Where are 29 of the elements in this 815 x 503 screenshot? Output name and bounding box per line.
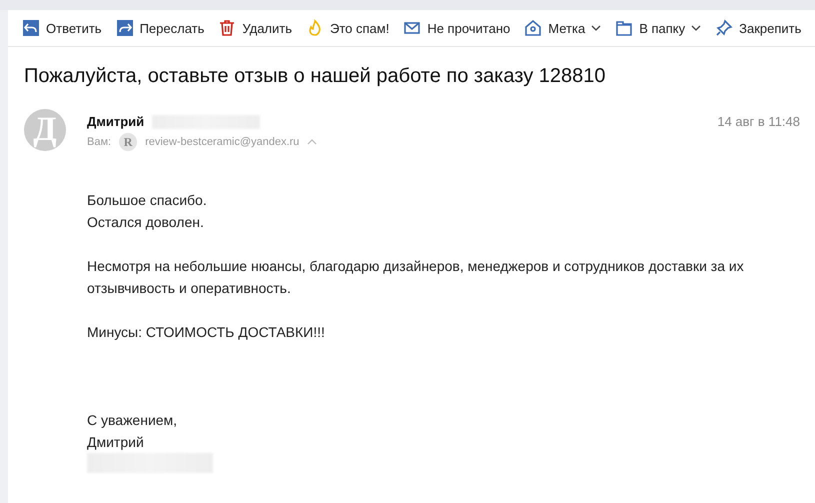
recipient-label: Вам:	[87, 136, 112, 148]
reply-icon	[22, 19, 40, 37]
sender-name: Дмитрий	[87, 114, 144, 129]
caret-icon	[691, 25, 702, 31]
caret-icon	[591, 25, 602, 31]
toolbar-button[interactable]: Метка	[524, 19, 602, 37]
toolbar-button[interactable]: Ответить	[22, 19, 102, 37]
pin-icon	[715, 19, 734, 37]
signature-text: Дмитрий	[87, 433, 145, 452]
chevron-up-icon[interactable]	[307, 139, 318, 145]
signature-text: С уважением,	[87, 411, 178, 430]
toolbar-button[interactable]: Переслать	[116, 19, 204, 37]
message-text: Большое спасибо.	[87, 191, 208, 210]
message-text: Минусы: СТОИМОСТЬ ДОСТАВКИ!!!	[87, 323, 326, 342]
toolbar-button[interactable]: Закрепить	[715, 19, 802, 37]
message-text: Несмотря на небольшие нюансы, благодарю дизайнеров, менеджеров и сотрудников доставки за их отзывчивость и оперативность.	[87, 257, 745, 298]
envelope-icon	[403, 19, 422, 37]
toolbar-button[interactable]: Не прочитано	[403, 19, 510, 37]
folder-icon	[615, 19, 634, 37]
email-subject: Пожалуйста, оставьте отзыв о нашей работе по заказу 128810	[24, 65, 607, 88]
forward-icon	[116, 19, 134, 37]
tag-icon	[524, 19, 542, 37]
recipient-avatar: R	[119, 133, 138, 151]
toolbar-button[interactable]: Удалить	[218, 19, 292, 37]
toolbar-button[interactable]: Это спам!	[306, 19, 390, 37]
message-text: Остался доволен.	[87, 213, 205, 232]
message-date: 14 авг в 11:48	[717, 113, 800, 129]
trash-icon	[218, 19, 236, 37]
toolbar-button[interactable]: В папку	[615, 19, 702, 37]
